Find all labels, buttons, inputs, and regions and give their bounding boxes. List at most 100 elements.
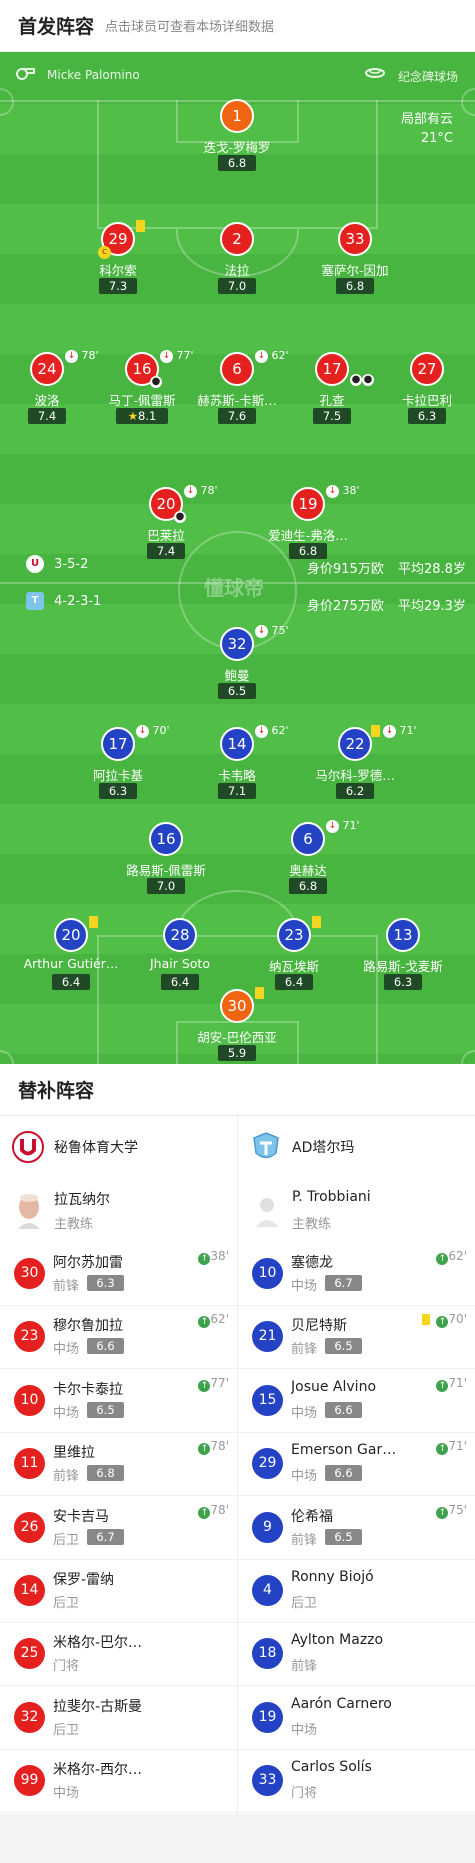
coach-avatar xyxy=(14,1193,44,1229)
page-subtitle: 点击球员可查看本场详细数据 xyxy=(105,20,275,35)
jersey-number: 33 xyxy=(252,1765,283,1797)
jersey-number: 19 xyxy=(291,487,325,521)
sub-in-icon: ↑ xyxy=(436,1316,449,1329)
player-rating: 6.6 xyxy=(87,1338,124,1355)
jersey-number: 1 xyxy=(220,99,254,133)
player-position: 中场 xyxy=(53,1786,80,1802)
sub-in-time: ↑ 70' xyxy=(436,1312,467,1329)
jersey-number: 26 xyxy=(14,1511,45,1543)
away-player[interactable]: 30 胡安-巴伦西亚 5.9 xyxy=(177,987,297,1064)
bench-player[interactable]: 33 Carlos Solís 门将 xyxy=(238,1750,475,1814)
yellow-card-icon xyxy=(312,916,321,928)
jersey-number: 33 xyxy=(338,222,372,256)
away-player[interactable]: 6 奥赫达 6.8 ↓ 71' xyxy=(248,819,368,902)
player-name: 鲍曼 xyxy=(224,668,250,683)
player-name: 伦希福 xyxy=(291,1508,333,1525)
home-player[interactable]: 19 爱迪生-弗洛… 6.8 ↓ 38' xyxy=(248,484,368,567)
bench-player[interactable]: 99 米格尔-西尔… 中场 xyxy=(0,1750,237,1814)
bench-player[interactable]: 11 里维拉 前锋 6.8 ↑ 78' xyxy=(0,1433,237,1497)
player-name: Aylton Mazzo xyxy=(291,1632,384,1649)
player-position: 前锋 xyxy=(291,1342,318,1358)
player-name: 安卡吉马 xyxy=(53,1508,109,1525)
home-coach[interactable]: 拉瓦纳尔 主教练 xyxy=(0,1177,237,1243)
substitution-marker: ↓ 71' xyxy=(383,724,417,739)
player-name: Carlos Solís xyxy=(291,1759,372,1776)
yellow-card-icon xyxy=(371,725,380,737)
bench-player[interactable]: 9 伦希福 前锋 6.5 ↑ 75' xyxy=(238,1497,475,1560)
jersey-number: 30 xyxy=(220,989,254,1023)
star-icon: ★ xyxy=(127,409,138,423)
away-team-header[interactable]: AD塔尔玛 xyxy=(238,1117,475,1177)
yellow-card-icon xyxy=(89,916,98,928)
bench-player[interactable]: 18 Aylton Mazzo 前锋 xyxy=(238,1623,475,1687)
away-player[interactable]: 22 马尔科-罗德… 6.2 ↓ 71' xyxy=(295,724,417,807)
bench-player[interactable]: 19 Aarón Carnero 中场 xyxy=(238,1687,475,1750)
player-rating: 6.3 xyxy=(87,1275,124,1291)
sub-out-icon: ↓ xyxy=(65,349,78,363)
captain-icon: c xyxy=(98,246,111,259)
player-name: 爱迪生-弗洛… xyxy=(268,528,348,543)
bench-player[interactable]: 25 米格尔-巴尔… 门将 xyxy=(0,1623,237,1687)
away-team-name: AD塔尔玛 xyxy=(292,1140,355,1156)
bench-player[interactable]: 14 保罗-雷纳 后卫 xyxy=(0,1560,237,1623)
player-position: 后卫 xyxy=(53,1722,80,1738)
jersey-number: 13 xyxy=(386,918,420,952)
sub-out-icon: ↓ xyxy=(184,484,197,498)
sub-in-time: ↑ 38' xyxy=(198,1249,229,1265)
bench-player[interactable]: 10 塞德龙 中场 6.7 ↑ 62' xyxy=(238,1243,475,1306)
home-player[interactable]: 29 科尔索 7.3 c xyxy=(58,220,178,302)
away-player[interactable]: 20 Arthur Gutiér… 6.4 xyxy=(11,916,131,998)
home-team-header[interactable]: 秘鲁体育大学 xyxy=(0,1117,237,1177)
away-player[interactable]: 28 Jhair Soto 6.4 xyxy=(120,918,240,998)
player-position: 前锋 xyxy=(291,1659,318,1675)
away-player[interactable]: 14 卡韦略 7.1 ↓ 62' xyxy=(177,724,297,807)
bench-player[interactable]: 10 卡尔卡泰拉 中场 6.5 ↑ 77' xyxy=(0,1370,237,1433)
home-formation-row: U 3-5-2 xyxy=(26,555,88,573)
home-player[interactable]: 27 卡拉巴利 6.3 xyxy=(367,352,475,432)
jersey-number: 29 xyxy=(252,1448,283,1480)
player-name: 米格尔-西尔… xyxy=(53,1762,143,1779)
bench-player[interactable]: 26 安卡吉马 后卫 6.7 ↑ 78' xyxy=(0,1497,237,1560)
away-player[interactable]: 16 路易斯-佩雷斯 7.0 xyxy=(106,822,226,902)
away-coach-name: P. Trobbiani xyxy=(292,1189,371,1205)
bench-player[interactable]: 23 穆尔鲁加拉 中场 6.6 ↑ 62' xyxy=(0,1306,237,1370)
away-value: 身价275万欧 xyxy=(307,599,384,614)
player-name: 纳瓦埃斯 xyxy=(268,959,319,974)
bench-player[interactable]: 32 拉斐尔-古斯曼 后卫 xyxy=(0,1687,237,1750)
jersey-number: 20 xyxy=(54,918,88,952)
jersey-number: 14 xyxy=(14,1575,45,1606)
bench-player[interactable]: 21 贝尼特斯 前锋 6.5 ↑ 70' xyxy=(238,1306,475,1370)
bench-player[interactable]: 29 Emerson Gar… 中场 6.6 ↑ 71' xyxy=(238,1433,475,1497)
player-name: 巴莱拉 xyxy=(147,528,185,543)
away-coach-role: 主教练 xyxy=(292,1217,332,1232)
player-name: 卡尔卡泰拉 xyxy=(53,1381,123,1398)
away-coach[interactable]: P. Trobbiani 主教练 xyxy=(238,1177,475,1243)
bench-player[interactable]: 30 阿尔苏加雷 前锋 6.3 ↑ 38' xyxy=(0,1243,237,1306)
bench-player[interactable]: 4 Ronny Biojó 后卫 xyxy=(238,1560,475,1623)
player-rating: 7.4 xyxy=(147,543,185,559)
bench-player[interactable]: 15 Josue Alvino 中场 6.6 ↑ 71' xyxy=(238,1370,475,1433)
sub-out-icon: ↓ xyxy=(383,724,396,738)
away-player[interactable]: 32 鲍曼 6.5 ↓ 75' xyxy=(177,624,297,707)
player-name: 科尔索 xyxy=(99,263,137,278)
player-position: 中场 xyxy=(53,1405,80,1421)
away-player[interactable]: 13 路易斯-戈麦斯 6.3 xyxy=(343,918,463,998)
home-player[interactable]: 33 塞萨尔-因加 6.8 xyxy=(295,222,415,302)
away-avg-age: 平均29.3岁 xyxy=(397,599,466,614)
lineup-header: 首发阵容 点击球员可查看本场详细数据 xyxy=(0,0,475,52)
player-name: 米格尔-巴尔… xyxy=(53,1635,143,1652)
jersey-number: 19 xyxy=(252,1701,283,1733)
home-player[interactable]: 1 迭戈-罗梅罗 6.8 xyxy=(177,99,297,179)
player-name: Josue Alvino xyxy=(291,1378,377,1395)
home-player[interactable]: 2 法拉 7.0 xyxy=(177,222,297,302)
player-name: Aarón Carnero xyxy=(291,1695,392,1712)
bench-title: 替补阵容 xyxy=(18,1080,95,1102)
home-player[interactable]: 20 巴莱拉 7.4 ↓ 78' ● xyxy=(106,484,226,567)
away-player[interactable]: 23 纳瓦埃斯 6.4 xyxy=(234,916,354,998)
sub-in-icon: ↑ xyxy=(198,1443,211,1456)
stadium-name: 纪念碑球场 xyxy=(398,70,459,84)
sub-in-time: ↑ 71' xyxy=(436,1376,467,1392)
away-player[interactable]: 17 阿拉卡基 6.3 ↓ 70' xyxy=(58,724,178,807)
jersey-number: 99 xyxy=(14,1765,45,1797)
away-formation-row: T 4-2-3-1 xyxy=(26,592,101,610)
